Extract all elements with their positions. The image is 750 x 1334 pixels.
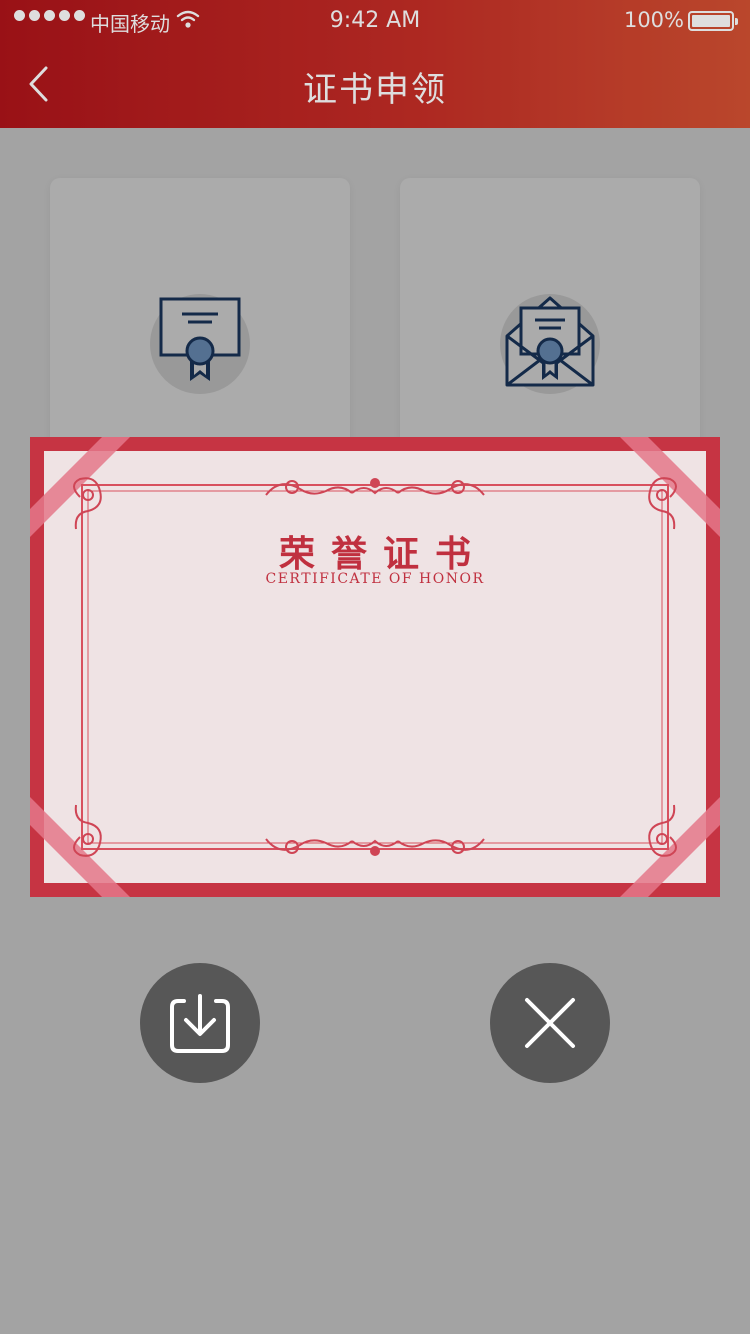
download-button[interactable] [140,963,260,1083]
battery-percentage: 100% [623,8,684,32]
page-title: 证书申领 [303,70,447,110]
status-bar: 中国移动 9:42 AM 100% [0,0,750,40]
certificate-frame-ornament [30,437,720,897]
download-icon [170,994,230,1053]
certificate-title: 荣誉证书 [278,533,487,575]
close-icon [525,998,575,1048]
battery-icon [688,11,738,31]
close-button[interactable] [490,963,610,1083]
certificate-subtitle: CERTIFICATE OF HONOR [265,571,485,587]
app-header: 中国移动 9:42 AM 100% 证书申领 [0,0,750,128]
certificate-preview: 荣誉证书 CERTIFICATE OF HONOR [30,437,720,897]
